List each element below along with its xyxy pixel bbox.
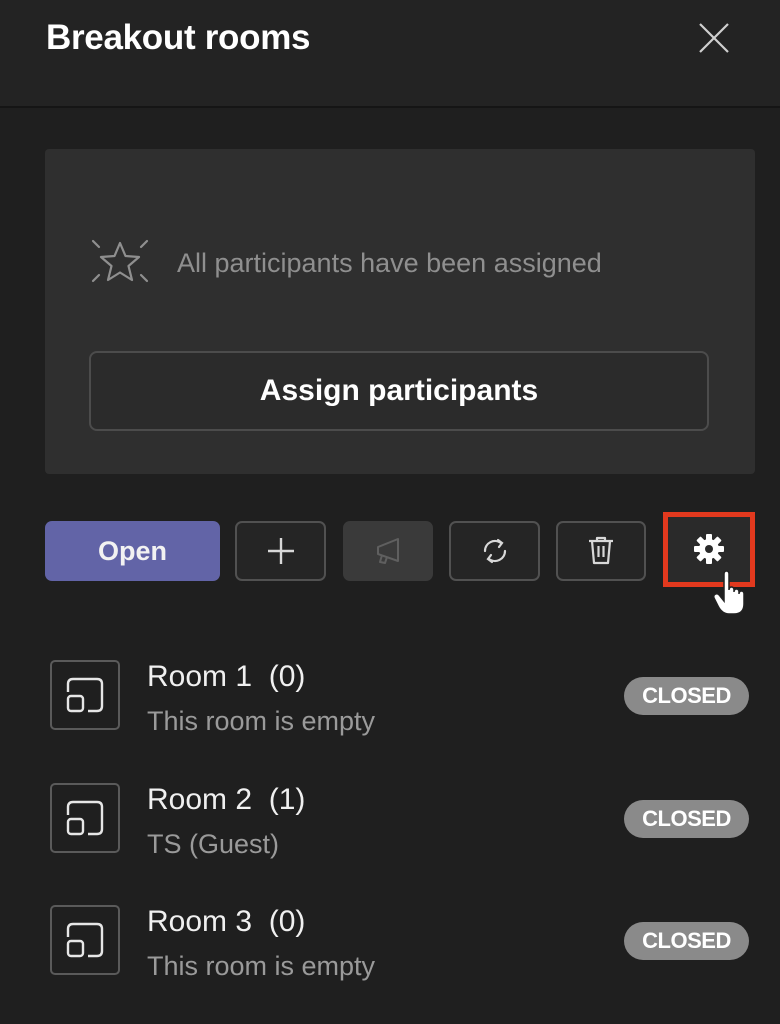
room-icon[interactable] — [50, 905, 120, 975]
announcement-button[interactable] — [343, 521, 433, 581]
room-list-item[interactable]: Room 2 (1) TS (Guest) CLOSED — [50, 783, 750, 863]
hand-pointer-cursor-icon — [712, 570, 745, 615]
assignment-card: All participants have been assigned Assi… — [45, 149, 755, 474]
room-subtitle: TS (Guest) — [147, 829, 280, 859]
room-list-item[interactable]: Room 1 (0) This room is empty CLOSED — [50, 660, 750, 740]
close-button[interactable] — [694, 18, 734, 58]
recreate-rooms-button[interactable] — [449, 521, 540, 581]
room-name: Room 2 (1) — [147, 783, 306, 816]
sparkle-star-icon — [91, 239, 149, 283]
trash-icon — [589, 536, 613, 565]
breakout-room-icon — [66, 677, 104, 713]
room-icon[interactable] — [50, 660, 120, 730]
open-rooms-button[interactable]: Open — [45, 521, 220, 581]
room-name: Room 1 (0) — [147, 660, 306, 693]
panel-title: Breakout rooms — [46, 18, 311, 57]
megaphone-icon — [377, 538, 399, 564]
add-room-button[interactable] — [235, 521, 326, 581]
refresh-icon — [483, 538, 506, 564]
plus-icon — [267, 538, 294, 564]
room-list-item[interactable]: Room 3 (0) This room is empty CLOSED — [50, 905, 750, 985]
assignment-status-text: All participants have been assigned — [177, 247, 602, 278]
assign-participants-button[interactable]: Assign participants — [89, 351, 709, 431]
breakout-room-icon — [66, 800, 104, 836]
status-badge: CLOSED — [624, 677, 749, 715]
room-name: Room 3 (0) — [147, 905, 306, 938]
room-icon[interactable] — [50, 783, 120, 853]
status-badge: CLOSED — [624, 922, 749, 960]
room-subtitle: This room is empty — [147, 706, 376, 736]
panel-header: Breakout rooms — [0, 0, 780, 108]
close-icon — [699, 23, 729, 53]
assignment-status: All participants have been assigned — [87, 235, 602, 291]
status-badge: CLOSED — [624, 800, 749, 838]
breakout-room-icon — [66, 922, 104, 958]
room-subtitle: This room is empty — [147, 951, 376, 981]
delete-rooms-button[interactable] — [556, 521, 646, 581]
